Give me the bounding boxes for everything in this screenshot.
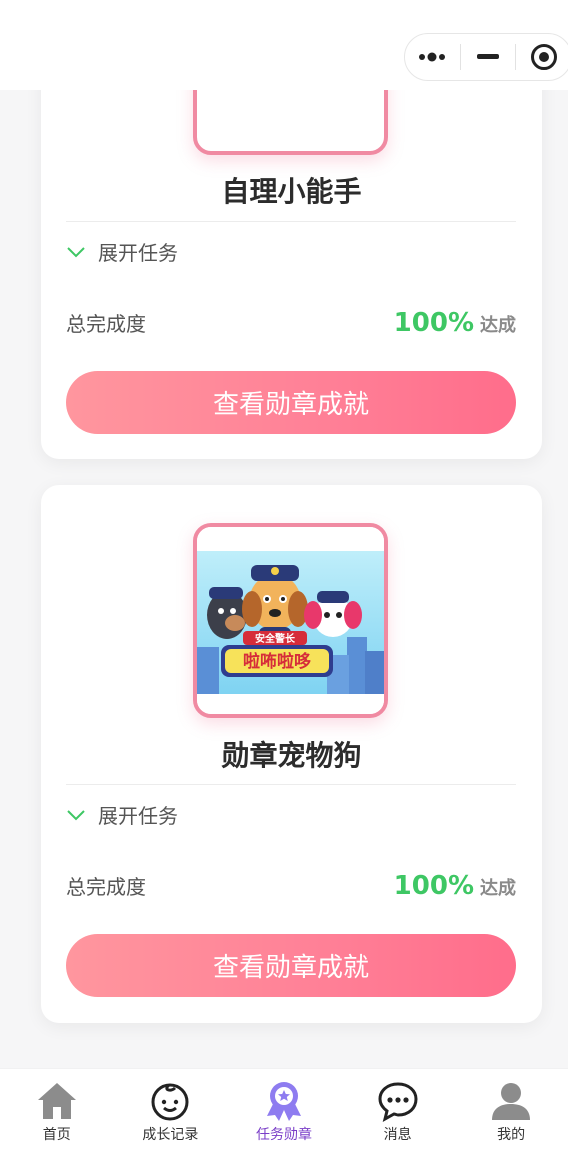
tab-task-medal[interactable]: 任务勋章: [234, 1079, 334, 1144]
expand-tasks-label: 展开任务: [98, 804, 178, 828]
divider: [66, 784, 516, 785]
tab-label: 首页: [42, 1127, 71, 1143]
badge-title: 勋章宠物狗: [221, 739, 362, 772]
badge-title: 自理小能手: [221, 175, 362, 208]
badge-card: 安全警长 啦咘啦哆 勋章宠物狗 展开任务 总完成度 100% 达成 查看勋章成就: [41, 485, 542, 1023]
progress-status: 100% 达成: [394, 871, 516, 901]
badge-image-frame: 安全警长 啦咘啦哆: [193, 523, 388, 718]
dots-icon: [419, 52, 446, 62]
progress-label: 总完成度: [66, 312, 146, 336]
chevron-down-icon: [67, 246, 85, 257]
minimize-button[interactable]: [461, 34, 516, 80]
progress-row: 总完成度 100% 达成: [66, 871, 516, 901]
tab-label: 任务勋章: [255, 1127, 312, 1143]
sheriff-dog-cartoon-image: 安全警长 啦咘啦哆: [197, 527, 384, 714]
home-icon: [37, 1083, 76, 1119]
view-badge-achievement-button[interactable]: 查看勋章成就: [66, 934, 516, 997]
tab-label: 消息: [383, 1127, 412, 1143]
expand-tasks-toggle[interactable]: 展开任务: [66, 800, 178, 829]
user-icon: [492, 1083, 531, 1120]
progress-label: 总完成度: [66, 875, 146, 899]
view-badge-achievement-button[interactable]: 查看勋章成就: [66, 371, 516, 434]
tab-label: 我的: [497, 1127, 526, 1143]
close-button[interactable]: [516, 34, 568, 80]
target-icon: [530, 44, 557, 70]
tab-label: 成长记录: [142, 1127, 199, 1143]
image-banner-text: 安全警长: [255, 632, 296, 645]
tab-home[interactable]: 首页: [7, 1079, 107, 1144]
tab-growth-record[interactable]: 成长记录: [120, 1079, 220, 1144]
chat-bubble-icon: [378, 1082, 418, 1122]
baby-face-icon: [151, 1083, 189, 1121]
divider: [66, 221, 516, 222]
medal-icon: [266, 1082, 301, 1121]
tab-messages[interactable]: 消息: [348, 1079, 448, 1144]
tab-profile[interactable]: 我的: [461, 1079, 561, 1144]
chevron-down-icon: [67, 809, 85, 820]
miniprogram-capsule: [404, 33, 568, 81]
badge-card: 自理小能手 展开任务 总完成度 100% 达成 查看勋章成就: [41, 0, 542, 459]
app-page: 自理小能手 展开任务 总完成度 100% 达成 查看勋章成就 安全警长 啦咘啦哆…: [0, 0, 568, 1153]
progress-suffix: 达成: [480, 878, 516, 899]
progress-value: 100%: [393, 871, 474, 901]
expand-tasks-toggle[interactable]: 展开任务: [66, 237, 178, 266]
expand-tasks-label: 展开任务: [98, 241, 178, 265]
progress-row: 总完成度 100% 达成: [66, 308, 516, 338]
progress-suffix: 达成: [480, 315, 516, 336]
minus-icon: [477, 54, 499, 59]
bottom-tab-bar: 首页 成长记录 任务勋章 消息 我的: [0, 1069, 568, 1153]
progress-value: 100%: [393, 308, 474, 338]
image-logo-text: 啦咘啦哆: [243, 651, 311, 672]
more-button[interactable]: [405, 34, 460, 80]
top-status-bar: [0, 0, 568, 90]
progress-status: 100% 达成: [394, 308, 516, 338]
